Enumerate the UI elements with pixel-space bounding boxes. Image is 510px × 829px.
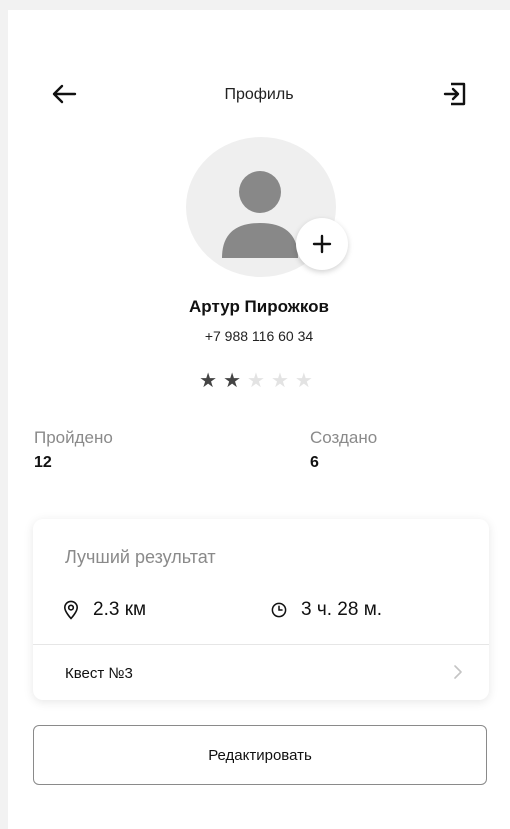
avatar-container	[186, 137, 348, 287]
plus-icon	[312, 234, 332, 254]
best-result-title: Лучший результат	[65, 547, 216, 567]
time-metric: 3 ч. 28 м.	[271, 599, 382, 621]
stat-completed: Пройдено 12	[34, 428, 113, 472]
logout-button[interactable]	[435, 74, 475, 114]
stat-created: Создано 6	[310, 428, 377, 472]
add-photo-button[interactable]	[296, 218, 348, 270]
stat-created-label: Создано	[310, 428, 378, 447]
star-empty-icon: ★	[294, 370, 319, 392]
user-name: Артур Пирожков	[189, 297, 329, 316]
star-empty-icon: ★	[270, 370, 295, 392]
distance-value: 2.3 км	[93, 599, 147, 620]
time-value: 3 ч. 28 м.	[301, 599, 383, 620]
chevron-right-icon	[454, 665, 462, 679]
distance-metric: 2.3 км	[63, 599, 146, 621]
star-empty-icon: ★	[247, 370, 271, 392]
star-filled-icon: ★	[199, 370, 224, 392]
clock-icon	[271, 602, 287, 618]
stat-completed-label: Пройдено	[34, 428, 113, 447]
edit-profile-button[interactable]: Редактировать	[33, 725, 487, 785]
quest-name: Квест №3	[65, 665, 133, 682]
top-bar: Профиль	[8, 70, 510, 126]
logout-icon	[443, 82, 466, 106]
best-result-card: Лучший результат 2.3 км 3 ч. 28 м. Квест…	[33, 519, 489, 700]
rating-stars: ★★★★★	[8, 368, 510, 393]
best-quest-row[interactable]: Квест №3	[33, 645, 489, 700]
stat-completed-value: 12	[34, 454, 52, 471]
star-filled-icon: ★	[223, 370, 248, 392]
user-phone: +7 988 116 60 34	[204, 328, 314, 344]
location-pin-icon	[63, 600, 79, 620]
stat-created-value: 6	[310, 454, 319, 471]
profile-screen: Профиль Артур Пирожков +7 988 116 60 34 …	[8, 10, 510, 829]
